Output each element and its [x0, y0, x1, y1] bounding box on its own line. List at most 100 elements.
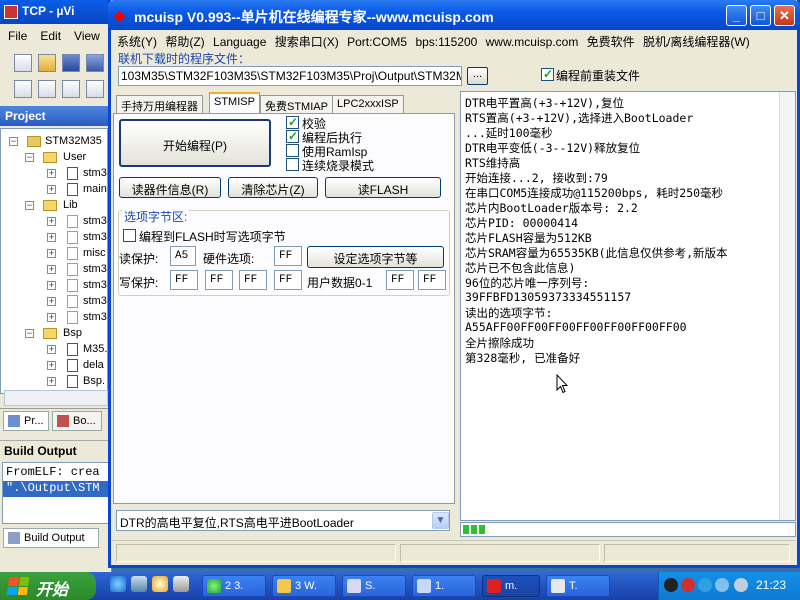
- expand-icon[interactable]: +: [47, 297, 56, 306]
- expand-icon[interactable]: +: [47, 313, 56, 322]
- menu-offline-programmer[interactable]: 脱机/离线编程器(W): [638, 30, 750, 50]
- menu-website[interactable]: www.mcuisp.com: [481, 32, 579, 49]
- open-folder-icon[interactable]: [38, 54, 56, 72]
- log-line: 芯片已不包含此信息): [465, 261, 576, 275]
- expand-icon[interactable]: +: [47, 233, 56, 242]
- chevron-down-icon[interactable]: ▼: [432, 512, 449, 529]
- collapse-icon[interactable]: −: [25, 329, 34, 338]
- ide-menu-edit[interactable]: Edit: [32, 26, 66, 43]
- task-button[interactable]: S.: [342, 575, 406, 597]
- menu-bps[interactable]: bps:115200: [410, 32, 477, 49]
- menu-help[interactable]: 帮助(Z): [160, 30, 204, 50]
- hardware-option-field[interactable]: FF: [274, 246, 302, 266]
- quick-launch-icon[interactable]: [173, 576, 189, 592]
- write-protect-field-0[interactable]: FF: [170, 270, 198, 290]
- expand-icon[interactable]: +: [47, 377, 56, 386]
- tab-handheld-programmer[interactable]: 手持万用编程器: [116, 95, 203, 113]
- expand-icon[interactable]: +: [47, 217, 56, 226]
- expand-icon[interactable]: +: [47, 361, 56, 370]
- batch-build-icon[interactable]: [86, 80, 104, 98]
- tab-build-output[interactable]: Build Output: [3, 528, 99, 548]
- reload-before-program-checkbox[interactable]: [541, 67, 554, 81]
- log-line: 芯片FLASH容量为512KB: [465, 231, 592, 245]
- media-player-icon[interactable]: [152, 576, 168, 592]
- save-all-icon[interactable]: [86, 54, 104, 72]
- desktop-icon[interactable]: [131, 576, 147, 592]
- verify-checkbox[interactable]: [286, 115, 299, 129]
- erase-chip-button[interactable]: 清除芯片(Z): [228, 177, 318, 198]
- log-output[interactable]: DTR电平置高(+3-+12V),复位 RTS置高(+3-+12V),选择进入Bo…: [460, 91, 796, 521]
- menu-search-port[interactable]: 搜索串口(X): [270, 30, 339, 50]
- c-file-icon: [67, 343, 78, 356]
- tree-horizontal-scrollbar[interactable]: [4, 390, 108, 406]
- build-output-header: Build Output: [0, 440, 112, 460]
- task-button[interactable]: 1.: [412, 575, 476, 597]
- program-file-path-field[interactable]: 103M35\STM32F103M35\STM32F103M35\Proj\Ou…: [118, 66, 462, 86]
- tree-file-label: stm3: [83, 295, 107, 307]
- minimize-button[interactable]: _: [726, 5, 747, 26]
- task-button-active[interactable]: m.: [482, 575, 540, 597]
- write-protect-field-3[interactable]: FF: [274, 270, 302, 290]
- tray-icon[interactable]: [664, 578, 678, 592]
- start-programming-button[interactable]: 开始编程(P): [119, 119, 271, 167]
- rebuild-icon[interactable]: [62, 80, 80, 98]
- tab-project[interactable]: Pr...: [3, 411, 49, 431]
- network-icon[interactable]: [715, 578, 729, 592]
- write-option-bytes-checkbox[interactable]: [123, 229, 136, 242]
- menu-language[interactable]: Language: [208, 32, 266, 49]
- user-data-field-0[interactable]: FF: [386, 270, 414, 290]
- task-button[interactable]: 3 W.: [272, 575, 336, 597]
- close-button[interactable]: ✕: [774, 5, 795, 26]
- task-button[interactable]: 2 3.: [202, 575, 266, 597]
- expand-icon[interactable]: +: [47, 265, 56, 274]
- read-flash-button[interactable]: 读FLASH: [325, 177, 441, 198]
- tray-icon[interactable]: [698, 578, 712, 592]
- run-after-program-checkbox[interactable]: [286, 129, 299, 143]
- build-icon[interactable]: [38, 80, 56, 98]
- tab-stmisp[interactable]: STMISP: [209, 92, 260, 114]
- expand-icon[interactable]: +: [47, 249, 56, 258]
- build-output-area[interactable]: FromELF: crea ".\Output\STM: [2, 462, 110, 524]
- set-option-bytes-button[interactable]: 设定选项字节等: [307, 246, 444, 268]
- reset-mode-select[interactable]: DTR的高电平复位,RTS高电平进BootLoader: [116, 510, 450, 531]
- reload-before-program-label: 编程前重装文件: [556, 69, 641, 83]
- ide-menu-view[interactable]: View: [66, 26, 105, 43]
- translate-icon[interactable]: [14, 80, 32, 98]
- browse-button[interactable]: ...: [467, 67, 488, 85]
- ide-menu-file[interactable]: File: [0, 26, 32, 43]
- menu-free-software[interactable]: 免费软件: [582, 30, 635, 50]
- lib-file-icon: [67, 295, 78, 308]
- continuous-burn-checkbox[interactable]: [286, 158, 299, 171]
- expand-icon[interactable]: +: [47, 345, 56, 354]
- collapse-icon[interactable]: −: [25, 153, 34, 162]
- new-file-icon[interactable]: [14, 54, 32, 72]
- project-folder-icon: [27, 136, 41, 147]
- task-button[interactable]: T.: [546, 575, 610, 597]
- write-protect-field-2[interactable]: FF: [239, 270, 267, 290]
- tree-root-label: STM32M35: [45, 135, 102, 147]
- collapse-icon[interactable]: −: [25, 201, 34, 210]
- write-protect-field-1[interactable]: FF: [205, 270, 233, 290]
- read-protect-field[interactable]: A5: [170, 246, 196, 266]
- log-vertical-scrollbar[interactable]: [779, 92, 795, 520]
- user-data-field-1[interactable]: FF: [418, 270, 446, 290]
- ie-icon[interactable]: [110, 576, 126, 592]
- tab-lpc2xxx-isp[interactable]: LPC2xxxISP: [332, 95, 404, 113]
- volume-icon[interactable]: [734, 578, 748, 592]
- tab-free-stmiap[interactable]: 免费STMIAP: [260, 95, 333, 113]
- expand-icon[interactable]: +: [47, 185, 56, 194]
- expand-icon[interactable]: +: [47, 281, 56, 290]
- use-ramisp-checkbox[interactable]: [286, 144, 299, 157]
- project-tree[interactable]: − STM32M35 − User + stm3 + main − Lib + s…: [0, 128, 108, 394]
- save-icon[interactable]: [62, 54, 80, 72]
- tray-icon[interactable]: [681, 578, 695, 592]
- menu-port[interactable]: Port:COM5: [342, 32, 407, 49]
- tab-books[interactable]: Bo...: [52, 411, 102, 431]
- ide-title-bar[interactable]: TCP - µVi: [0, 0, 112, 24]
- maximize-button[interactable]: □: [750, 5, 771, 26]
- collapse-icon[interactable]: −: [9, 137, 18, 146]
- menu-system[interactable]: 系统(Y): [112, 30, 157, 50]
- mcuisp-title-bar[interactable]: ◆ mcuisp V0.993--单片机在线编程专家--www.mcuisp.c…: [108, 0, 800, 30]
- read-device-info-button[interactable]: 读器件信息(R): [119, 177, 221, 198]
- expand-icon[interactable]: +: [47, 169, 56, 178]
